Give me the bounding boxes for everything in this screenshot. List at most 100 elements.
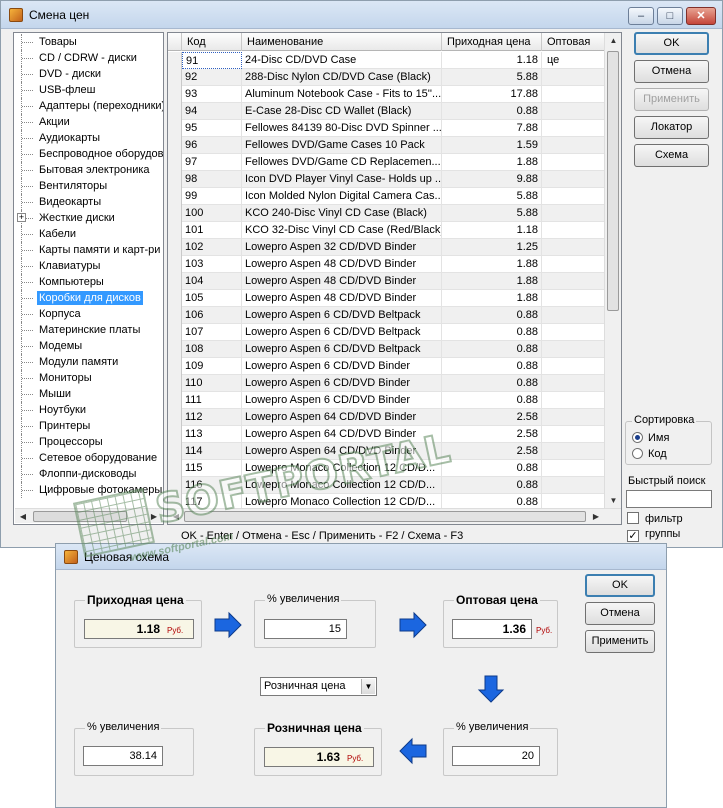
table-row[interactable]: 97 Fellowes DVD/Game CD Replacemen... 1.88: [168, 154, 605, 171]
table-row[interactable]: 92 288-Disc Nylon CD/DVD Case (Black) 5.88: [168, 69, 605, 86]
column-header-purchase-price[interactable]: Приходная цена: [442, 33, 542, 51]
expand-plus-icon[interactable]: +: [17, 213, 26, 222]
table-row[interactable]: 96 Fellowes DVD/Game Cases 10 Pack 1.59: [168, 137, 605, 154]
cell-name[interactable]: Lowepro Aspen 32 CD/DVD Binder: [242, 239, 442, 256]
cell-purchase-price[interactable]: 7.88: [442, 120, 542, 137]
cell-code[interactable]: 91: [182, 52, 242, 69]
cell-code[interactable]: 109: [182, 358, 242, 375]
cell-code[interactable]: 102: [182, 239, 242, 256]
cell-code[interactable]: 98: [182, 171, 242, 188]
sort-by-code-radio[interactable]: Код: [632, 448, 667, 460]
table-row[interactable]: 98 Icon DVD Player Vinyl Case- Holds up .…: [168, 171, 605, 188]
table-row[interactable]: 94 E-Case 28-Disc CD Wallet (Black) 0.88: [168, 103, 605, 120]
cell-code[interactable]: 108: [182, 341, 242, 358]
cell-purchase-price[interactable]: 2.58: [442, 426, 542, 443]
table-row[interactable]: 106 Lowepro Aspen 6 CD/DVD Beltpack 0.88: [168, 307, 605, 324]
tree-item[interactable]: Компьютеры: [14, 274, 163, 290]
cell-name[interactable]: Lowepro Aspen 64 CD/DVD Binder: [242, 426, 442, 443]
cell-wholesale-price[interactable]: [542, 409, 605, 426]
groups-checkbox[interactable]: ✓ группы: [627, 528, 680, 542]
tree-item[interactable]: Мониторы: [14, 370, 163, 386]
cell-purchase-price[interactable]: 1.88: [442, 154, 542, 171]
cell-name[interactable]: KCO 240-Disc Vinyl CD Case (Black): [242, 205, 442, 222]
cell-code[interactable]: 116: [182, 477, 242, 494]
tree-item[interactable]: Беспроводное оборудов: [14, 146, 163, 162]
cell-name[interactable]: Fellowes 84139 80-Disc DVD Spinner ...: [242, 120, 442, 137]
table-row[interactable]: 113 Lowepro Aspen 64 CD/DVD Binder 2.58: [168, 426, 605, 443]
table-row[interactable]: 101 KCO 32-Disc Vinyl CD Case (Red/Black)…: [168, 222, 605, 239]
grid-horizontal-scrollbar[interactable]: ◀ ▶: [168, 508, 621, 524]
cell-name[interactable]: 24-Disc CD/DVD Case: [242, 52, 442, 69]
cell-purchase-price[interactable]: 5.88: [442, 205, 542, 222]
cell-code[interactable]: 93: [182, 86, 242, 103]
table-row[interactable]: 115 Lowepro Monaco Collection 12 CD/D... 0…: [168, 460, 605, 477]
cell-purchase-price[interactable]: 1.88: [442, 273, 542, 290]
table-row[interactable]: 103 Lowepro Aspen 48 CD/DVD Binder 1.88: [168, 256, 605, 273]
table-row[interactable]: 114 Lowepro Aspen 64 CD/DVD Binder 2.58: [168, 443, 605, 460]
cell-wholesale-price[interactable]: [542, 443, 605, 460]
table-row[interactable]: 99 Icon Molded Nylon Digital Camera Cas..…: [168, 188, 605, 205]
cell-purchase-price[interactable]: 0.88: [442, 103, 542, 120]
tree-item[interactable]: Акции: [14, 114, 163, 130]
cell-purchase-price[interactable]: 1.18: [442, 222, 542, 239]
cell-code[interactable]: 110: [182, 375, 242, 392]
tree-item[interactable]: Мыши: [14, 386, 163, 402]
schema-cancel-button[interactable]: Отмена: [585, 602, 655, 625]
table-row[interactable]: 104 Lowepro Aspen 48 CD/DVD Binder 1.88: [168, 273, 605, 290]
cell-purchase-price[interactable]: 0.88: [442, 460, 542, 477]
cell-purchase-price[interactable]: 2.58: [442, 409, 542, 426]
cell-name[interactable]: Lowepro Aspen 48 CD/DVD Binder: [242, 273, 442, 290]
cell-code[interactable]: 114: [182, 443, 242, 460]
cell-wholesale-price[interactable]: [542, 426, 605, 443]
cell-purchase-price[interactable]: 0.88: [442, 307, 542, 324]
tree-item[interactable]: + Жесткие диски: [14, 210, 163, 226]
tree-item[interactable]: Кабели: [14, 226, 163, 242]
scroll-left-icon[interactable]: ◀: [16, 511, 30, 522]
chevron-down-icon[interactable]: ▼: [361, 679, 375, 694]
tree-item[interactable]: Флоппи-дисководы: [14, 466, 163, 482]
tree-horizontal-scrollbar[interactable]: ◀ ▶: [15, 508, 162, 523]
tree-item[interactable]: Материнские платы: [14, 322, 163, 338]
tree-item[interactable]: Модули памяти: [14, 354, 163, 370]
cell-wholesale-price[interactable]: [542, 86, 605, 103]
cell-purchase-price[interactable]: 5.88: [442, 188, 542, 205]
product-grid[interactable]: Код Наименование Приходная цена Оптовая …: [167, 32, 622, 525]
cell-code[interactable]: 101: [182, 222, 242, 239]
cell-wholesale-price[interactable]: [542, 222, 605, 239]
cell-wholesale-price[interactable]: [542, 392, 605, 409]
column-header-code[interactable]: Код: [182, 33, 242, 51]
cell-name[interactable]: Lowepro Aspen 64 CD/DVD Binder: [242, 443, 442, 460]
cell-name[interactable]: Fellowes DVD/Game CD Replacemen...: [242, 154, 442, 171]
cell-name[interactable]: Lowepro Aspen 6 CD/DVD Binder: [242, 375, 442, 392]
minimize-button[interactable]: –: [628, 7, 654, 25]
tree-item[interactable]: Карты памяти и карт-ри: [14, 242, 163, 258]
cell-name[interactable]: Aluminum Notebook Case - Fits to 15''...: [242, 86, 442, 103]
table-row[interactable]: 95 Fellowes 84139 80-Disc DVD Spinner ...…: [168, 120, 605, 137]
table-row[interactable]: 93 Aluminum Notebook Case - Fits to 15''.…: [168, 86, 605, 103]
sort-by-name-radio[interactable]: Имя: [632, 432, 669, 444]
schema-button[interactable]: Схема: [634, 144, 709, 167]
tree-item[interactable]: Ноутбуки: [14, 402, 163, 418]
title-bar[interactable]: Смена цен – □ ✕: [1, 1, 722, 29]
cell-name[interactable]: Lowepro Aspen 6 CD/DVD Binder: [242, 358, 442, 375]
cell-code[interactable]: 104: [182, 273, 242, 290]
cell-purchase-price[interactable]: 9.88: [442, 171, 542, 188]
tree-item[interactable]: Модемы: [14, 338, 163, 354]
table-row[interactable]: 112 Lowepro Aspen 64 CD/DVD Binder 2.58: [168, 409, 605, 426]
table-row[interactable]: 110 Lowepro Aspen 6 CD/DVD Binder 0.88: [168, 375, 605, 392]
cell-wholesale-price[interactable]: [542, 324, 605, 341]
table-row[interactable]: 91 24-Disc CD/DVD Case 1.18: [168, 52, 605, 69]
tree-item[interactable]: Видеокарты: [14, 194, 163, 210]
tree-item[interactable]: Аудиокарты: [14, 130, 163, 146]
cell-wholesale-price[interactable]: [542, 154, 605, 171]
tree-item[interactable]: Принтеры: [14, 418, 163, 434]
cell-purchase-price[interactable]: 1.18: [442, 52, 542, 69]
cell-wholesale-price[interactable]: [542, 256, 605, 273]
cell-wholesale-price[interactable]: [542, 120, 605, 137]
cell-wholesale-price[interactable]: [542, 375, 605, 392]
cell-wholesale-price[interactable]: [542, 137, 605, 154]
cell-purchase-price[interactable]: 0.88: [442, 477, 542, 494]
scroll-right-icon[interactable]: ▶: [589, 510, 603, 523]
cell-code[interactable]: 100: [182, 205, 242, 222]
cell-wholesale-price[interactable]: [542, 103, 605, 120]
